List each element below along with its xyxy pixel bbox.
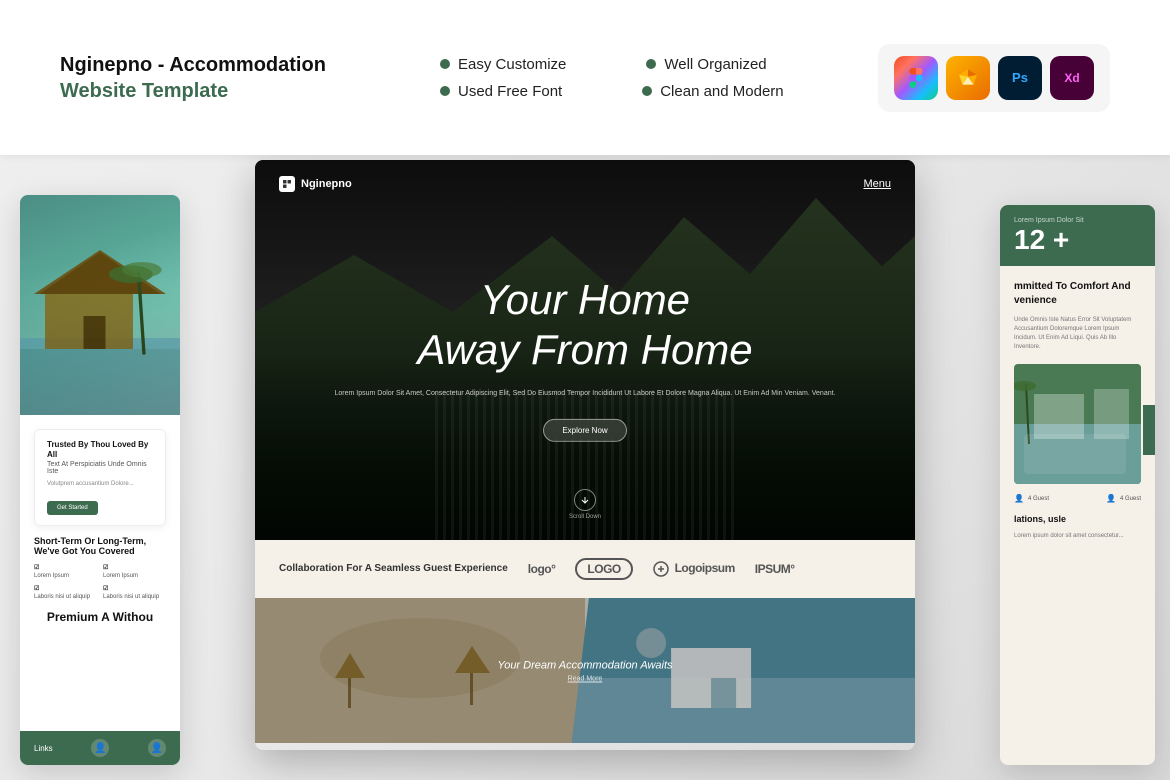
- stat-value: 12 +: [1014, 226, 1141, 254]
- logos-row: logo° LOGO Logoipsum IPSUM°: [528, 558, 891, 580]
- scroll-indicator: Scroll Down: [569, 489, 601, 520]
- guest-count: 4 Guest: [1028, 496, 1049, 502]
- guest-badge-1: 👤 4 Guest: [1014, 494, 1049, 503]
- main-area: Trusted By Thou Loved By All Text At Per…: [0, 155, 1170, 780]
- relations-text: Lorem ipsum dolor sit amet consectetur..…: [1014, 532, 1141, 541]
- short-term-items: ☑Lorem Ipsum ☑Lorem Ipsum ☑Laboris nisi …: [34, 564, 166, 600]
- person-icon: 👤: [1106, 494, 1116, 503]
- feature-well-organized: Well Organized: [646, 56, 766, 73]
- logo-1: logo°: [528, 562, 556, 576]
- feature-dot: [642, 86, 652, 96]
- hero-nav: Nginepno Menu: [255, 160, 915, 208]
- hero-heading-line1: Your Home: [480, 276, 690, 323]
- xd-icon: Xd: [1050, 56, 1094, 100]
- trusted-text: Volutprem accusantium Dolore...: [47, 480, 153, 488]
- feature-label: Clean and Modern: [660, 83, 783, 100]
- feature-label: Easy Customize: [458, 56, 566, 73]
- feature-free-font: Used Free Font: [440, 83, 562, 100]
- features-list: Easy Customize Well Organized Used Free …: [440, 56, 784, 100]
- list-item: ☑Laboris nisi ut aliquip: [34, 585, 97, 600]
- photoshop-icon: Ps: [998, 56, 1042, 100]
- short-term-title: Short-Term Or Long-Term, We've Got You C…: [34, 536, 166, 556]
- figma-icon: [894, 56, 938, 100]
- feature-dot: [440, 86, 450, 96]
- dream-title: Your Dream Accommodation Awaits: [497, 659, 672, 671]
- trusted-subtitle: Text At Perspiciatis Unde Omnis Iste: [47, 461, 153, 475]
- committed-title: mmitted To Comfort And venience: [1014, 280, 1141, 308]
- feature-label: Used Free Font: [458, 83, 562, 100]
- logo-icon: [279, 176, 295, 192]
- guest-count: 4 Guest: [1120, 496, 1141, 502]
- guest-badge-2: 👤 4 Guest: [1106, 494, 1141, 503]
- read-more-link[interactable]: Read More: [497, 675, 672, 682]
- dream-text: Your Dream Accommodation Awaits Read Mor…: [497, 659, 672, 682]
- site-logo: Nginepno: [279, 176, 352, 192]
- menu-link[interactable]: Menu: [863, 178, 891, 190]
- feature-row-2: Used Free Font Clean and Modern: [440, 83, 784, 100]
- list-item: ☑Lorem Ipsum: [34, 564, 97, 579]
- scroll-text: Scroll Down: [569, 514, 601, 520]
- feature-row-1: Easy Customize Well Organized: [440, 56, 784, 73]
- list-item: ☑Lorem Ipsum: [103, 564, 166, 579]
- get-started-button[interactable]: Get Started: [47, 501, 98, 515]
- relations-title: lations, usle: [1014, 513, 1141, 526]
- right-panel-header: Lorem Ipsum Dolor Sit 12 +: [1000, 205, 1155, 266]
- list-item: ☑Laboris nisi ut aliquip: [103, 585, 166, 600]
- left-panel-hero-image: [20, 195, 180, 415]
- right-panel-content: mmitted To Comfort And venience Unde Omn…: [1000, 266, 1155, 555]
- logo-3: Logoipsum: [653, 561, 735, 577]
- green-accent-bar: [1143, 405, 1155, 455]
- hero-subtext: Lorem Ipsum Dolor Sit Amet, Consectetur …: [321, 388, 849, 399]
- dream-section: Your Dream Accommodation Awaits Read Mor…: [255, 598, 915, 743]
- feature-easy-customize: Easy Customize: [440, 56, 566, 73]
- guests-row: 👤 4 Guest 👤 4 Guest: [1014, 494, 1141, 503]
- hero-content: Your Home Away From Home Lorem Ipsum Dol…: [321, 275, 849, 442]
- stat-label: Lorem Ipsum Dolor Sit: [1014, 217, 1141, 224]
- feature-dot: [440, 59, 450, 69]
- left-panel: Trusted By Thou Loved By All Text At Per…: [20, 195, 180, 765]
- product-subtitle: Website Template: [60, 78, 340, 104]
- hero-section: Nginepno Menu Your Home Away From Home L…: [255, 160, 915, 540]
- collab-text: Collaboration For A Seamless Guest Exper…: [279, 562, 508, 576]
- hero-heading-line2: Away From Home: [417, 326, 752, 373]
- right-panel: Lorem Ipsum Dolor Sit 12 + mmitted To Co…: [1000, 205, 1155, 765]
- left-panel-footer: Links 👤 👤: [20, 731, 180, 765]
- explore-now-button[interactable]: Explore Now: [543, 419, 626, 442]
- committed-text: Unde Omnis Iste Natus Error Sit Voluptat…: [1014, 316, 1141, 352]
- right-panel-image: [1014, 364, 1141, 484]
- product-title: Nginepno - Accommodation: [60, 52, 340, 78]
- logos-section: Collaboration For A Seamless Guest Exper…: [255, 540, 915, 598]
- links-label: Links: [34, 744, 53, 753]
- center-panel: Nginepno Menu Your Home Away From Home L…: [255, 160, 915, 750]
- person-icon: 👤: [91, 739, 109, 757]
- tool-icons: Ps Xd: [878, 44, 1110, 112]
- title-block: Nginepno - Accommodation Website Templat…: [60, 52, 340, 104]
- feature-label: Well Organized: [664, 56, 766, 73]
- trusted-title: Trusted By Thou Loved By All: [47, 440, 153, 461]
- feature-clean-modern: Clean and Modern: [642, 83, 783, 100]
- premium-title: Premium A Withou: [34, 610, 166, 626]
- scroll-circle: [574, 489, 596, 511]
- trusted-box: Trusted By Thou Loved By All Text At Per…: [34, 429, 166, 526]
- left-panel-content: Trusted By Thou Loved By All Text At Per…: [20, 415, 180, 640]
- logo-2: LOGO: [575, 558, 632, 580]
- person-icon: 👤: [1014, 494, 1024, 503]
- sketch-icon: [946, 56, 990, 100]
- feature-dot: [646, 59, 656, 69]
- person-icon-2: 👤: [148, 739, 166, 757]
- hero-heading: Your Home Away From Home: [321, 275, 849, 376]
- header: Nginepno - Accommodation Website Templat…: [0, 0, 1170, 155]
- logo-4: IPSUM°: [755, 562, 795, 576]
- logo-text: Nginepno: [301, 178, 352, 190]
